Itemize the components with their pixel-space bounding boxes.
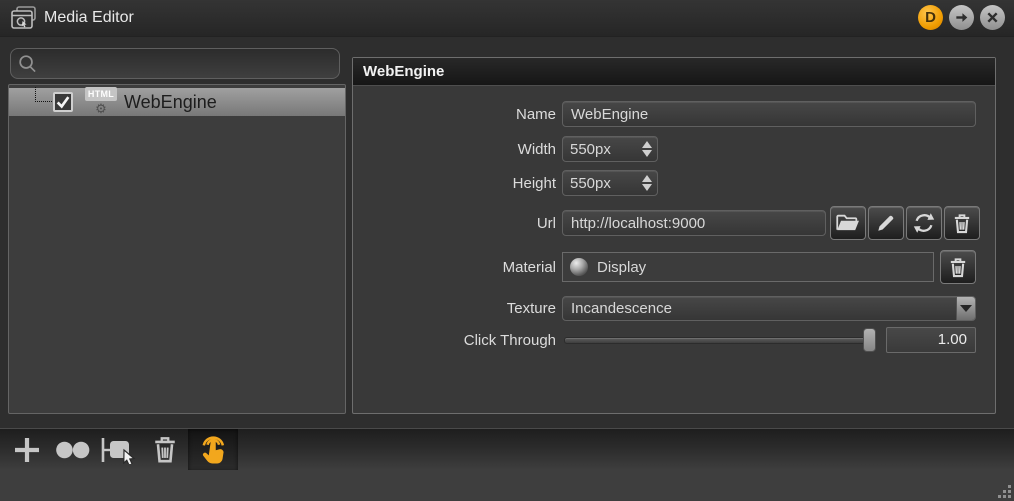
refresh-url-button[interactable] xyxy=(906,206,942,240)
material-label: Material xyxy=(502,258,556,276)
delete-material-button[interactable] xyxy=(940,250,976,284)
spin-down-icon[interactable] xyxy=(642,184,652,191)
delete-url-button[interactable] xyxy=(944,206,980,240)
window-controls: D xyxy=(918,5,1005,30)
open-folder-button[interactable] xyxy=(830,206,866,240)
close-button[interactable] xyxy=(980,5,1005,30)
height-label: Height xyxy=(512,174,556,192)
height-spin-buttons[interactable] xyxy=(637,175,657,191)
height-input[interactable] xyxy=(563,174,637,192)
material-field[interactable]: Display xyxy=(562,252,934,282)
media-editor-icon xyxy=(11,6,36,29)
name-row: Name xyxy=(353,100,995,128)
d-button-label: D xyxy=(925,9,936,26)
search-box xyxy=(10,48,340,79)
slider-handle[interactable] xyxy=(863,328,876,352)
pick-target-button[interactable] xyxy=(96,429,142,471)
resize-grip[interactable] xyxy=(998,485,1011,498)
material-sphere-icon xyxy=(570,258,588,276)
chevron-down-icon xyxy=(960,304,972,312)
tree-connector xyxy=(35,87,52,102)
status-bar xyxy=(0,470,1014,501)
item-checkbox[interactable] xyxy=(53,92,73,112)
texture-dropdown[interactable]: Incandescence xyxy=(562,295,976,321)
search-icon xyxy=(19,55,36,73)
width-input[interactable] xyxy=(563,140,637,158)
url-buttons xyxy=(830,206,980,240)
interact-mode-button[interactable] xyxy=(188,428,238,471)
close-icon xyxy=(987,12,998,23)
spin-down-icon[interactable] xyxy=(642,150,652,157)
check-icon xyxy=(56,96,70,109)
pick-cursor-icon xyxy=(101,437,136,464)
trash-icon xyxy=(155,437,175,463)
titlebar[interactable]: Media Editor D xyxy=(0,0,1014,37)
add-media-button[interactable] xyxy=(4,429,50,471)
touch-hand-icon xyxy=(202,435,225,463)
duplicate-media-button[interactable] xyxy=(50,429,96,471)
list-item-label: WebEngine xyxy=(124,91,217,112)
list-item-webengine[interactable]: HTML ⚙ WebEngine xyxy=(9,87,345,117)
plus-icon xyxy=(15,437,39,462)
height-stepper[interactable] xyxy=(562,170,658,196)
delete-media-button[interactable] xyxy=(142,429,188,471)
properties-panel: WebEngine Name Width Height xyxy=(352,57,996,414)
name-label: Name xyxy=(515,105,556,123)
arrow-right-icon xyxy=(956,13,968,22)
width-label: Width xyxy=(517,140,556,158)
trash-icon xyxy=(950,257,966,277)
dropdown-arrow-zone[interactable] xyxy=(956,296,975,320)
d-button[interactable]: D xyxy=(918,5,943,30)
two-circles-icon xyxy=(56,441,90,458)
name-input[interactable] xyxy=(562,101,976,127)
width-spin-buttons[interactable] xyxy=(637,141,657,157)
edit-url-button[interactable] xyxy=(868,206,904,240)
trash-icon xyxy=(954,213,970,233)
click-through-slider[interactable] xyxy=(562,327,878,353)
width-row: Width xyxy=(353,136,995,162)
spin-up-icon[interactable] xyxy=(642,141,652,148)
window-title: Media Editor xyxy=(44,9,134,26)
click-through-value: 1.00 xyxy=(886,327,976,353)
click-through-row: Click Through 1.00 xyxy=(353,326,995,354)
height-row: Height xyxy=(353,170,995,196)
width-stepper[interactable] xyxy=(562,136,658,162)
texture-label: Texture xyxy=(506,299,556,317)
refresh-icon xyxy=(913,213,935,233)
material-value: Display xyxy=(597,258,647,276)
gear-icon: ⚙ xyxy=(95,101,107,116)
media-editor-window: Media Editor D HTML ⚙ WebEngine WebEngin… xyxy=(0,0,1014,501)
bottom-toolbar xyxy=(0,428,1014,471)
properties-header: WebEngine xyxy=(353,58,995,86)
detach-arrow-button[interactable] xyxy=(949,5,974,30)
media-list[interactable]: HTML ⚙ WebEngine xyxy=(8,84,346,414)
url-row: Url xyxy=(353,204,995,242)
url-input[interactable] xyxy=(562,210,826,236)
spin-up-icon[interactable] xyxy=(642,175,652,182)
search-input[interactable] xyxy=(37,55,339,72)
texture-value: Incandescence xyxy=(571,299,672,317)
pencil-icon xyxy=(878,215,894,231)
texture-row: Texture Incandescence xyxy=(353,295,995,321)
html-media-icon: HTML ⚙ xyxy=(85,87,117,117)
click-through-label: Click Through xyxy=(463,331,556,349)
slider-track[interactable] xyxy=(564,337,876,344)
url-label: Url xyxy=(536,214,556,232)
html-badge: HTML xyxy=(85,87,117,101)
material-row: Material Display xyxy=(353,249,995,285)
folder-open-icon xyxy=(836,214,859,231)
